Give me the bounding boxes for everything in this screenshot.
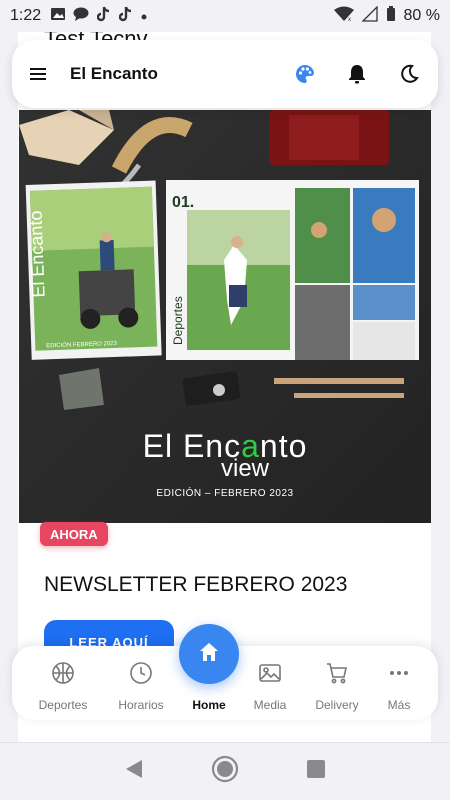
home-button[interactable] [179, 624, 239, 684]
home-circle-icon[interactable] [211, 755, 239, 788]
tiktok-icon [96, 6, 111, 27]
home-icon [198, 641, 220, 668]
nav-label-horarios: Horarios [118, 698, 164, 712]
basketball-icon [50, 660, 76, 686]
battery-icon [386, 5, 396, 27]
cart-icon [324, 660, 350, 686]
nav-item-horarios[interactable]: Horarios [106, 646, 176, 720]
back-icon[interactable] [124, 758, 144, 785]
nav-label-home: Home [192, 698, 226, 712]
nav-item-mas[interactable]: Más [364, 646, 434, 720]
system-navigation-bar [0, 742, 450, 800]
more-icon [386, 660, 412, 686]
hero-image[interactable]: EDICIÓN FEBRERO 2023 El Encanto 01. Depo… [19, 110, 431, 523]
hero-edition: EDICIÓN – FEBRERO 2023 [156, 488, 294, 499]
clock-icon [128, 660, 154, 686]
nav-item-media[interactable]: Media [235, 646, 305, 720]
newsletter-title: NEWSLETTER FEBRERO 2023 [44, 573, 348, 596]
magazine-page-number: 01. [172, 194, 194, 211]
menu-icon[interactable] [30, 68, 46, 80]
status-bar: 1:22 x 80 % [0, 0, 450, 32]
nav-item-delivery[interactable]: Delivery [302, 646, 372, 720]
recents-icon[interactable] [306, 759, 326, 784]
bell-icon[interactable] [346, 63, 368, 85]
app-header: El Encanto [12, 40, 438, 108]
dot-icon [141, 7, 147, 25]
chat-icon [73, 7, 89, 26]
nav-label-media: Media [253, 698, 287, 712]
nav-label-mas: Más [387, 698, 411, 712]
status-time: 1:22 [10, 7, 42, 24]
battery-percent: 80 % [403, 7, 440, 24]
svg-text:x: x [348, 17, 351, 22]
image-icon [51, 7, 66, 26]
palette-icon[interactable] [294, 63, 316, 85]
app-title: El Encanto [70, 64, 158, 83]
signal-icon [360, 4, 378, 27]
wifi-icon: x [333, 6, 354, 27]
nav-label-delivery: Delivery [315, 698, 359, 712]
now-badge: AHORA [40, 522, 108, 546]
nav-label-deportes: Deportes [38, 698, 88, 712]
image-icon [257, 660, 283, 686]
hero-subtitle: view [220, 455, 269, 482]
magazine-section: Deportes [171, 296, 185, 345]
nav-item-deportes[interactable]: Deportes [28, 646, 98, 720]
moon-icon[interactable] [398, 63, 420, 85]
tiktok-icon [118, 6, 133, 27]
magazine-cover-title: El Encanto [26, 210, 49, 298]
